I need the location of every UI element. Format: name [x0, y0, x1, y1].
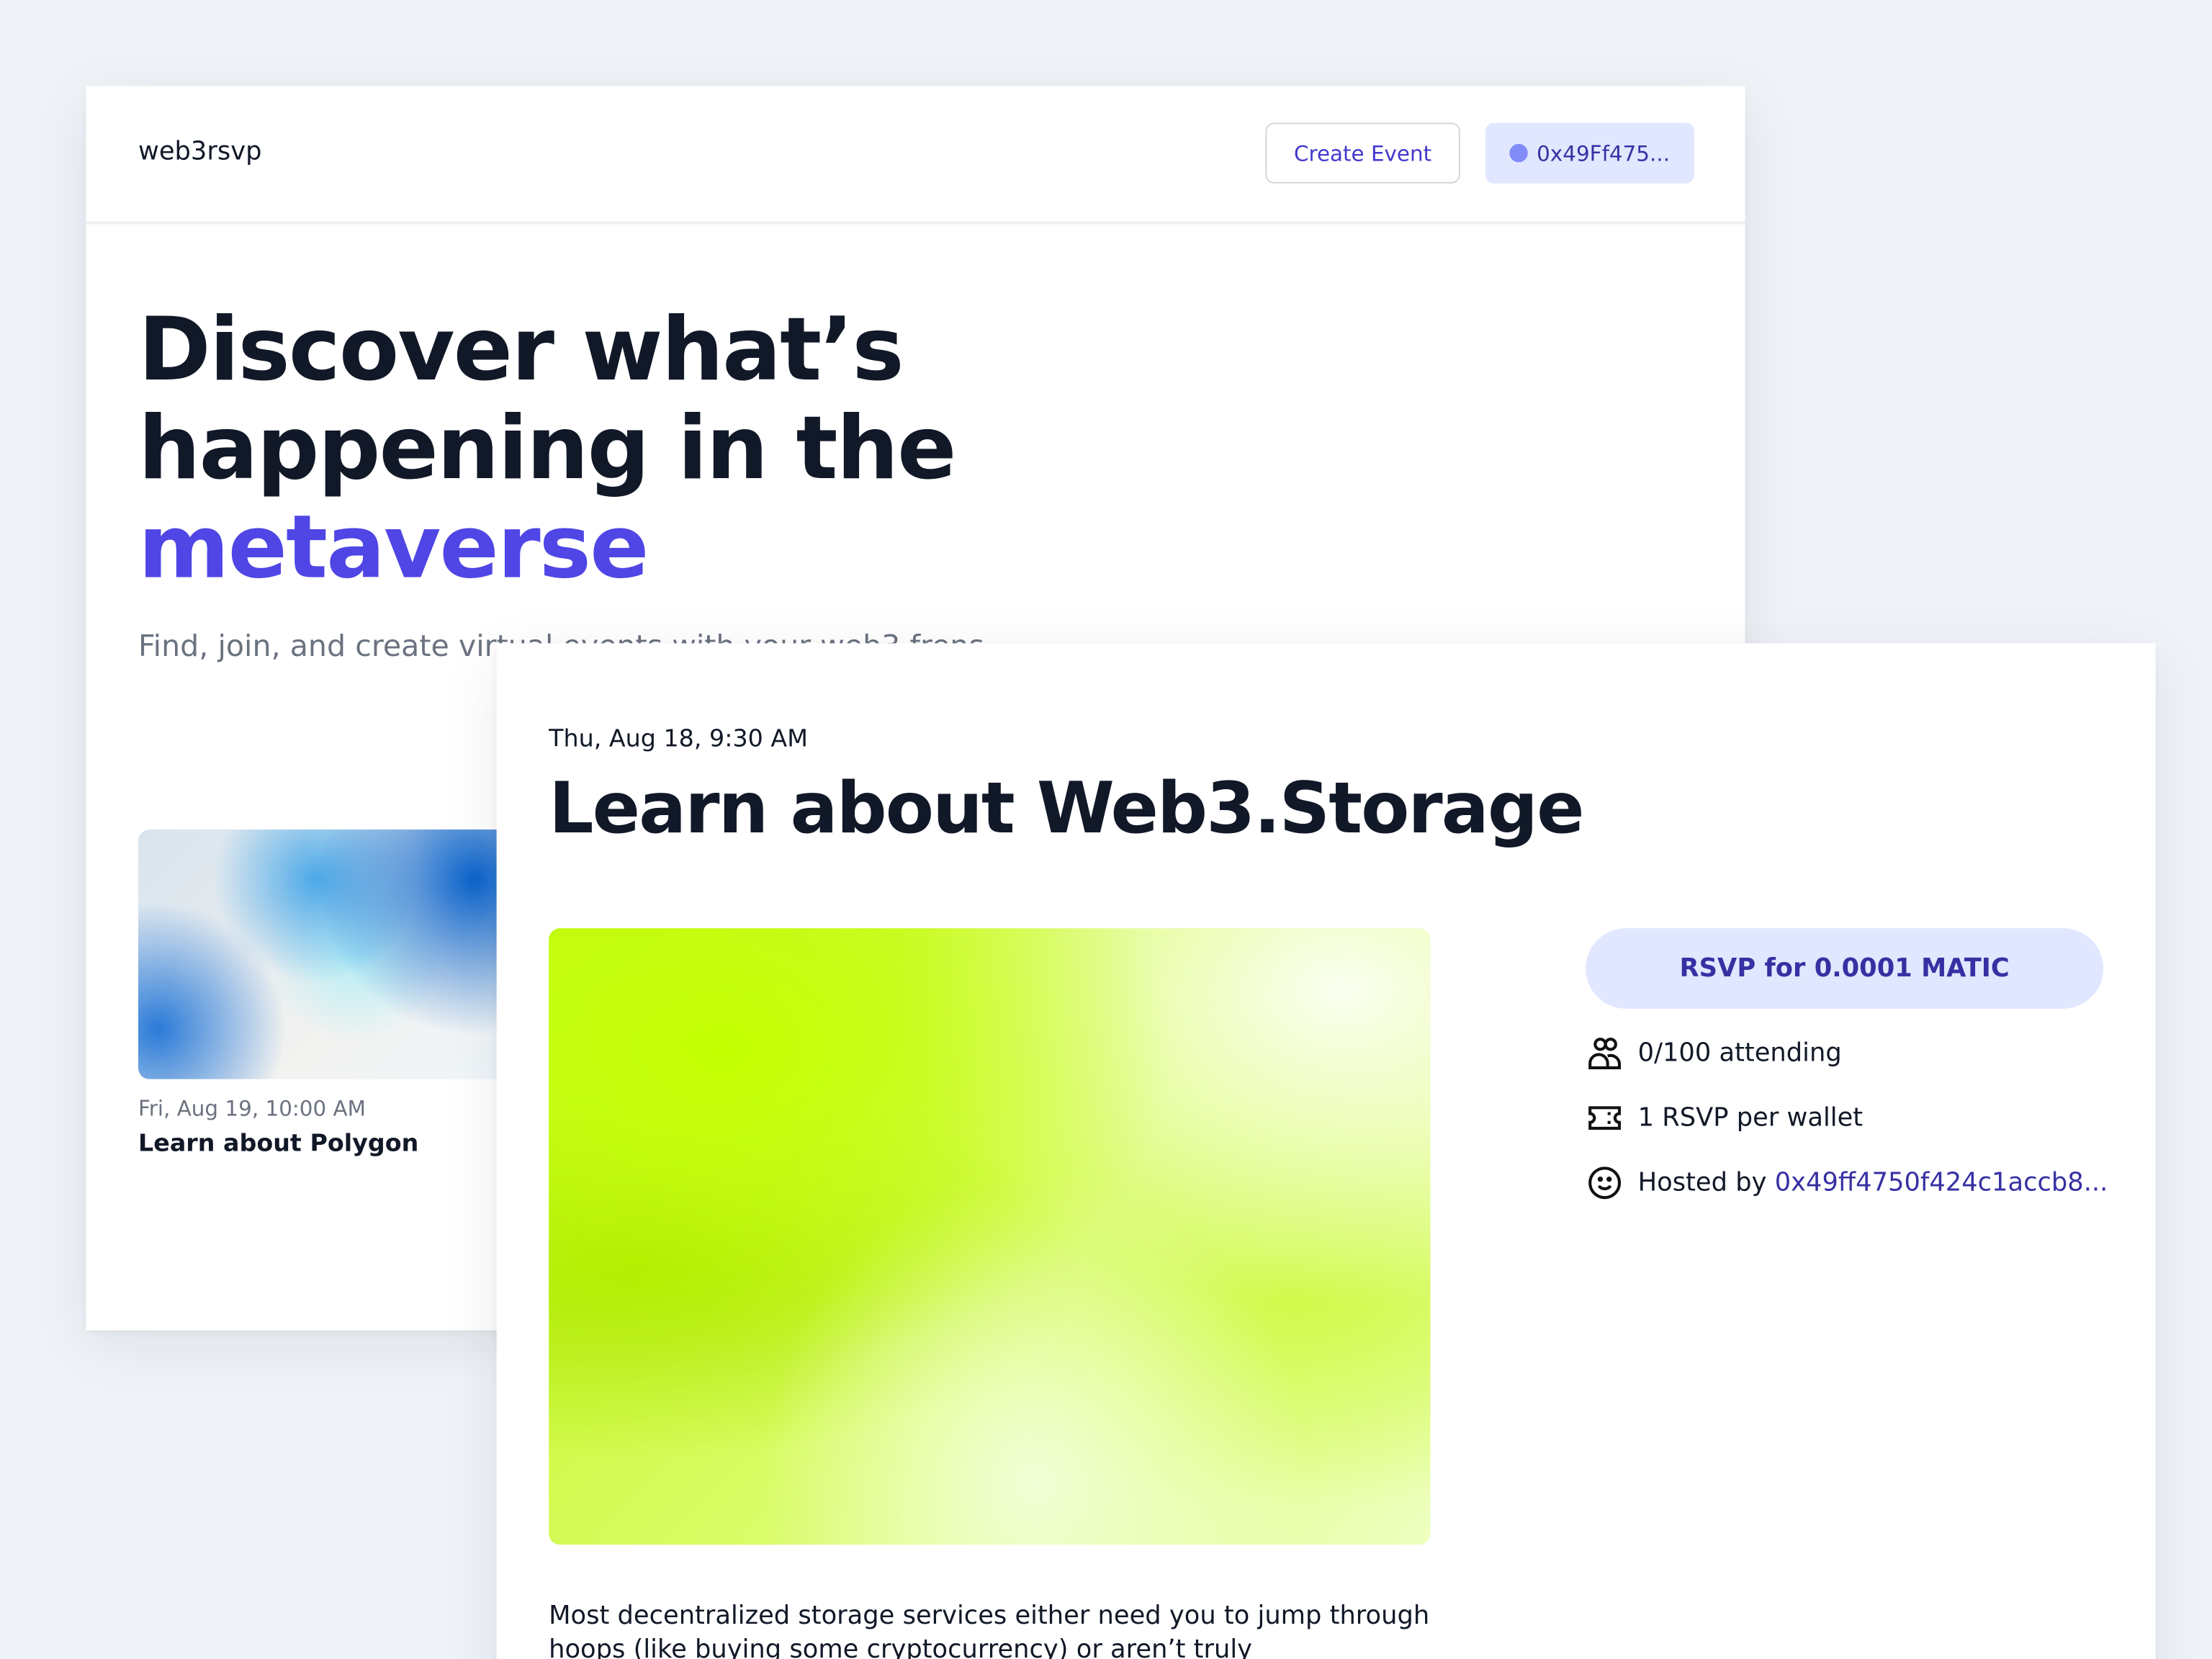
hero-line-1: Discover what’s — [138, 297, 904, 401]
event-detail-date: Thu, Aug 18, 9:30 AM — [549, 725, 808, 754]
rsvp-limit-info: 1 RSVP per wallet — [1587, 1100, 1863, 1136]
event-title[interactable]: Learn about Polygon — [138, 1130, 418, 1158]
attending-info: 0/100 attending — [1587, 1035, 1842, 1071]
smiley-icon — [1588, 1166, 1622, 1200]
wallet-button[interactable]: 0x49Ff475... — [1485, 122, 1694, 184]
hero-accent: metaverse — [138, 495, 649, 598]
event-date: Fri, Aug 19, 10:00 AM — [138, 1096, 367, 1122]
event-cover-image — [549, 928, 1431, 1545]
wallet-address: 0x49Ff475... — [1537, 140, 1671, 166]
event-thumbnail[interactable] — [138, 830, 534, 1079]
wallet-status-dot-icon — [1509, 143, 1529, 163]
users-icon — [1588, 1038, 1622, 1069]
create-event-button[interactable]: Create Event — [1265, 122, 1460, 184]
hero-heading: Discover what’s happening in the metaver… — [138, 297, 957, 598]
host-address-link[interactable]: 0x49ff4750f424c1accb8... — [1775, 1168, 2108, 1197]
logo[interactable]: web3rsvp — [138, 137, 261, 166]
rsvp-limit: 1 RSVP per wallet — [1637, 1103, 1863, 1133]
hosted-by-label: Hosted by — [1637, 1168, 1775, 1198]
rsvp-button[interactable]: RSVP for 0.0001 MATIC — [1586, 928, 2104, 1009]
event-detail-window: Thu, Aug 18, 9:30 AM Learn about Web3.St… — [496, 643, 2156, 1659]
event-detail-title: Learn about Web3.Storage — [549, 767, 1584, 850]
host-info: Hosted by 0x49ff4750f424c1accb8... — [1587, 1165, 2108, 1200]
navbar: web3rsvp Create Event 0x49Ff475... — [86, 86, 1745, 225]
attending-count: 0/100 attending — [1637, 1038, 1842, 1069]
ticket-icon — [1588, 1106, 1622, 1130]
hero-line-2: happening in the — [138, 396, 957, 500]
event-description: Most decentralized storage services eith… — [549, 1601, 1430, 1659]
